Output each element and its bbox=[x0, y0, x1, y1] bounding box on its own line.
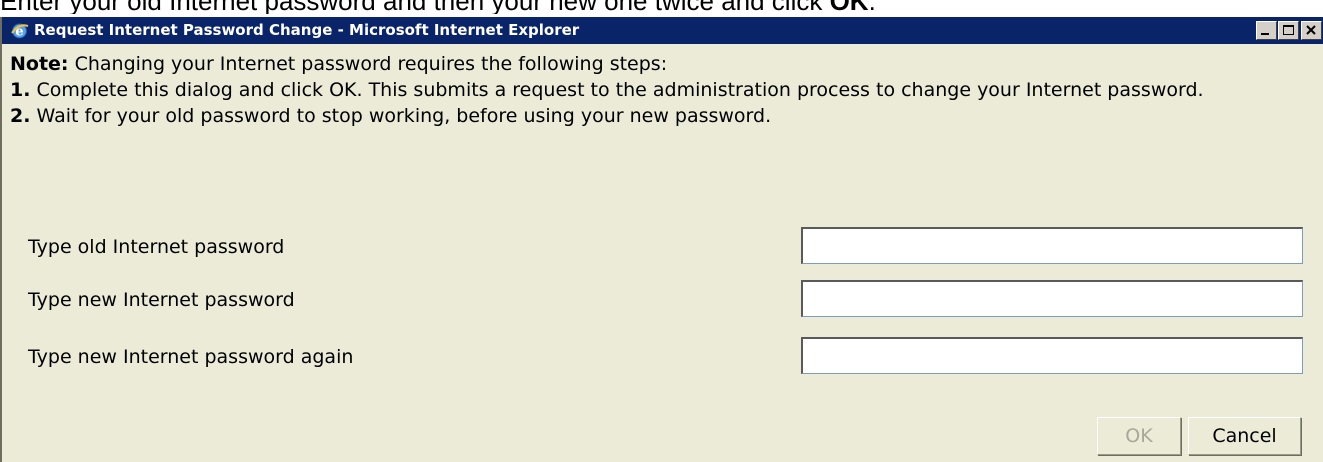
dialog-window: e Request Internet Password Change - Mic… bbox=[0, 17, 1323, 462]
instruction-prefix: Enter your old Internet password and the… bbox=[0, 0, 830, 14]
step-2: 2. Wait for your old password to stop wo… bbox=[10, 103, 1310, 129]
old-password-input[interactable] bbox=[801, 227, 1303, 264]
maximize-button[interactable] bbox=[1278, 21, 1299, 40]
ie-icon: e bbox=[10, 21, 29, 40]
confirm-password-row: Type new Internet password again bbox=[2, 337, 1323, 377]
new-password-label: Type new Internet password bbox=[28, 289, 295, 311]
window-title: Request Internet Password Change - Micro… bbox=[34, 21, 580, 39]
new-password-row: Type new Internet password bbox=[2, 280, 1323, 320]
confirm-password-label: Type new Internet password again bbox=[28, 346, 354, 368]
step-2-number: 2. bbox=[10, 105, 31, 127]
title-bar[interactable]: e Request Internet Password Change - Mic… bbox=[2, 17, 1323, 44]
confirm-password-input[interactable] bbox=[801, 337, 1303, 374]
ok-button[interactable]: OK bbox=[1097, 417, 1181, 455]
step-2-text: Wait for your old password to stop worki… bbox=[30, 105, 772, 127]
note-label: Note: bbox=[10, 53, 69, 75]
note-section: Note: Changing your Internet password re… bbox=[10, 51, 1310, 129]
instruction-suffix: . bbox=[869, 0, 876, 14]
cancel-button[interactable]: Cancel bbox=[1188, 417, 1301, 455]
old-password-label: Type old Internet password bbox=[28, 236, 285, 258]
instruction-ok-word: OK bbox=[830, 0, 869, 14]
step-1: 1. Complete this dialog and click OK. Th… bbox=[10, 77, 1310, 103]
new-password-input[interactable] bbox=[801, 280, 1303, 317]
step-1-text: Complete this dialog and click OK. This … bbox=[30, 79, 1204, 101]
instruction-text: Enter your old Internet password and the… bbox=[0, 0, 1323, 14]
note-text: Changing your Internet password requires… bbox=[68, 53, 668, 75]
note-line: Note: Changing your Internet password re… bbox=[10, 51, 1310, 77]
step-1-number: 1. bbox=[10, 79, 31, 101]
close-button[interactable] bbox=[1301, 21, 1322, 40]
minimize-button[interactable] bbox=[1256, 21, 1277, 40]
old-password-row: Type old Internet password bbox=[2, 227, 1323, 267]
